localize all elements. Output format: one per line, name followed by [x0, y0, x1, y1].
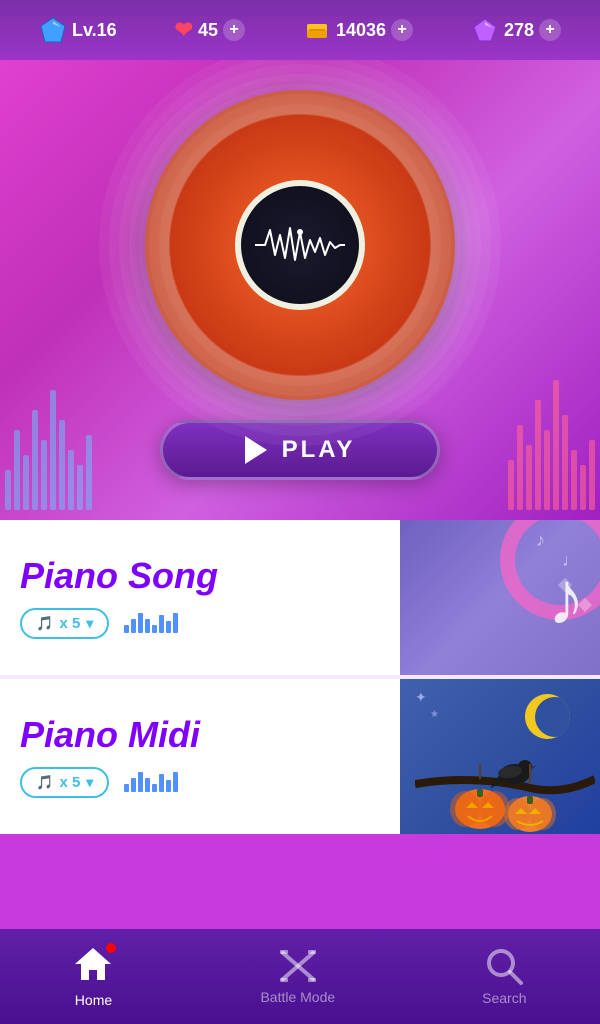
- big-music-note-icon: ♪: [548, 555, 586, 641]
- eq-bar-right: [526, 445, 532, 510]
- vinyl-record: [145, 90, 455, 400]
- eq-bar: [86, 435, 92, 510]
- piano-midi-controls: 🎵 x 5 ▾: [20, 767, 580, 798]
- level-text: Lv.16: [72, 20, 117, 41]
- eq-bar-right: [508, 460, 514, 510]
- search-nav-label: Search: [482, 990, 526, 1006]
- hero-section: PLAY: [0, 60, 600, 520]
- home-icon-wrap: [73, 946, 113, 987]
- vinyl-center: [235, 180, 365, 310]
- play-button[interactable]: PLAY: [160, 420, 440, 480]
- piano-midi-title: Piano Midi: [20, 715, 580, 755]
- eq-bar: [32, 410, 38, 510]
- eq-bar-right: [535, 400, 541, 510]
- eq-bar-right: [571, 450, 577, 510]
- vinyl-outer: [145, 90, 455, 400]
- gems-display: 278 +: [471, 16, 561, 44]
- chart-bar: [173, 772, 178, 792]
- coin-icon: [303, 16, 331, 44]
- piano-midi-note-pill[interactable]: 🎵 x 5 ▾: [20, 767, 109, 798]
- gem-icon: [471, 16, 499, 44]
- chart-bar: [138, 772, 143, 792]
- eq-bar-right: [589, 440, 595, 510]
- chart-bar: [152, 784, 157, 792]
- chart-bar: [166, 780, 171, 792]
- gems-add-button[interactable]: +: [539, 19, 561, 41]
- piano-song-note-count: x 5: [59, 615, 80, 632]
- chart-icon: [124, 772, 178, 792]
- piano-song-card[interactable]: Piano Song 🎵 x 5 ▾: [0, 520, 600, 675]
- chart-bar: [145, 778, 150, 792]
- eq-bar: [59, 420, 65, 510]
- piano-song-title: Piano Song: [20, 556, 580, 596]
- eq-bar-right: [517, 425, 523, 510]
- chart-icon: [124, 613, 178, 633]
- eq-bar-right: [562, 415, 568, 510]
- chevron-down-icon: ▾: [86, 615, 93, 632]
- chart-bar: [131, 778, 136, 792]
- chevron-down-icon: ▾: [86, 774, 93, 791]
- eq-bar: [14, 430, 20, 510]
- cards-section: Piano Song 🎵 x 5 ▾: [0, 520, 600, 834]
- heart-icon: ❤: [175, 17, 193, 43]
- chart-bar: [159, 774, 164, 792]
- hearts-add-button[interactable]: +: [223, 19, 245, 41]
- eq-bar-right: [580, 465, 586, 510]
- piano-song-controls: 🎵 x 5 ▾: [20, 608, 580, 639]
- eq-bar: [23, 455, 29, 510]
- eq-bar-right: [544, 430, 550, 510]
- coins-add-button[interactable]: +: [391, 19, 413, 41]
- piano-midi-note-count: x 5: [59, 774, 80, 791]
- bottom-nav: Home Battle Mode Search: [0, 929, 600, 1024]
- piano-song-info: Piano Song 🎵 x 5 ▾: [0, 541, 600, 654]
- chart-bar: [145, 619, 150, 633]
- chart-bar: [124, 625, 129, 633]
- note-icon: 🎵: [36, 615, 53, 632]
- nav-item-battle[interactable]: Battle Mode: [240, 940, 355, 1013]
- search-icon: [485, 947, 523, 985]
- chart-bar: [173, 613, 178, 633]
- play-label: PLAY: [282, 436, 356, 464]
- eq-right: [508, 60, 595, 520]
- chart-bar: [166, 621, 171, 633]
- hearts-display: ❤ 45 +: [175, 17, 245, 43]
- piano-midi-info: Piano Midi 🎵 x 5 ▾: [0, 700, 600, 813]
- eq-bar-right: [553, 380, 559, 510]
- home-nav-label: Home: [75, 992, 112, 1008]
- coins-value: 14036: [336, 20, 386, 41]
- battle-mode-icon: [278, 948, 318, 984]
- chart-bar: [131, 619, 136, 633]
- coins-display: 14036 +: [303, 16, 413, 44]
- waveform-icon: [255, 220, 345, 270]
- eq-bar: [41, 440, 47, 510]
- level-gem-icon: [39, 16, 67, 44]
- eq-bar: [68, 450, 74, 510]
- play-triangle-icon: [245, 436, 267, 464]
- chart-bar: [159, 615, 164, 633]
- hearts-value: 45: [198, 20, 218, 41]
- gems-value: 278: [504, 20, 534, 41]
- nav-item-search[interactable]: Search: [462, 939, 546, 1014]
- chart-bar: [152, 625, 157, 633]
- eq-bar: [5, 470, 11, 510]
- eq-bar: [77, 465, 83, 510]
- eq-left: [5, 60, 92, 520]
- level-display: Lv.16: [39, 16, 117, 44]
- piano-song-note-pill[interactable]: 🎵 x 5 ▾: [20, 608, 109, 639]
- eq-bar: [50, 390, 56, 510]
- nav-item-home[interactable]: Home: [53, 938, 133, 1016]
- notification-dot: [106, 943, 116, 953]
- top-bar: Lv.16 ❤ 45 + 14036 + 278 +: [0, 0, 600, 60]
- battle-nav-label: Battle Mode: [260, 989, 335, 1005]
- chart-bar: [138, 613, 143, 633]
- note-icon: 🎵: [36, 774, 53, 791]
- chart-bar: [124, 784, 129, 792]
- piano-midi-card[interactable]: Piano Midi 🎵 x 5 ▾: [0, 679, 600, 834]
